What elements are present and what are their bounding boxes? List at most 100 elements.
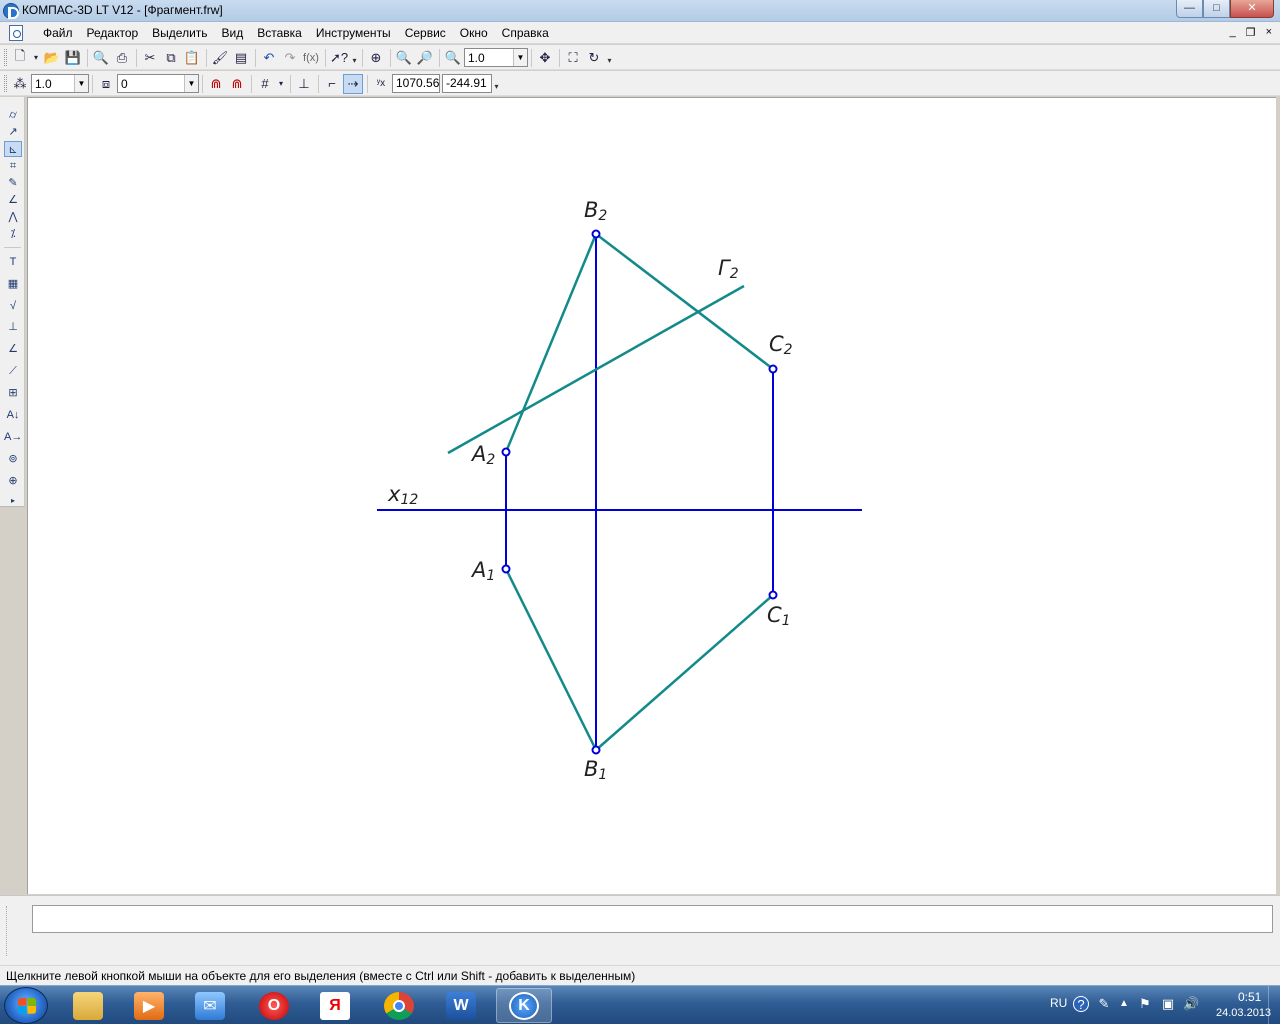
roughness-icon[interactable]: √ bbox=[4, 298, 22, 314]
snap-magnet-icon[interactable]: ⋒ bbox=[206, 74, 226, 94]
point-B2[interactable] bbox=[591, 229, 601, 239]
start-button[interactable] bbox=[4, 987, 48, 1024]
label-B1[interactable]: B1 bbox=[584, 757, 607, 783]
leader-icon[interactable]: ∠ bbox=[4, 341, 22, 357]
pan-icon[interactable]: ✥ bbox=[535, 48, 555, 68]
parametrization-icon[interactable]: ✎ bbox=[4, 175, 22, 191]
label-A1[interactable]: A1 bbox=[472, 558, 495, 584]
label-G2[interactable]: Г2 bbox=[718, 256, 739, 282]
chevron-down-icon[interactable]: ▼ bbox=[74, 75, 88, 92]
base-designation-icon[interactable]: ⊥ bbox=[4, 319, 22, 335]
zoom-out-icon[interactable]: 🔎 bbox=[415, 48, 435, 68]
layers-icon[interactable]: ⧈ bbox=[96, 74, 116, 94]
segment-A1-B1[interactable] bbox=[504, 568, 598, 751]
text-icon[interactable]: T bbox=[4, 254, 22, 270]
menu-editor[interactable]: Редактор bbox=[80, 26, 146, 40]
taskbar-mail[interactable]: ✉ bbox=[182, 988, 238, 1023]
spec-icon[interactable]: ⁒ bbox=[4, 226, 22, 242]
cursor-step-icon[interactable]: ⁂ bbox=[10, 74, 30, 94]
label-A2[interactable]: A2 bbox=[472, 442, 495, 468]
show-hidden-icons-icon[interactable]: ▲ bbox=[1116, 996, 1132, 1012]
menu-service[interactable]: Сервис bbox=[398, 26, 453, 40]
grid-icon[interactable]: # bbox=[255, 74, 275, 94]
table-icon[interactable]: ▦ bbox=[4, 276, 22, 292]
point-B1[interactable] bbox=[591, 745, 601, 755]
taskbar-opera[interactable]: O bbox=[246, 988, 302, 1023]
coordinate-y-field[interactable]: -244.91 bbox=[442, 74, 492, 93]
point-C2[interactable] bbox=[768, 364, 778, 374]
command-field[interactable] bbox=[32, 905, 1273, 933]
show-all-icon[interactable]: ⛶ bbox=[563, 48, 583, 68]
point-A2[interactable] bbox=[501, 447, 511, 457]
label-C1[interactable]: C1 bbox=[767, 603, 791, 629]
designations-icon[interactable]: ⊾ bbox=[4, 141, 22, 157]
chevron-down-icon[interactable]: ▼ bbox=[513, 49, 527, 66]
variables-icon[interactable]: f(x) bbox=[301, 48, 321, 68]
view-arrow-icon[interactable]: A↓ bbox=[4, 407, 22, 423]
help-icon[interactable]: ? bbox=[1073, 996, 1089, 1012]
menu-file[interactable]: Файл bbox=[36, 26, 80, 40]
menu-help[interactable]: Справка bbox=[495, 26, 556, 40]
dimensions-icon[interactable]: ↗ bbox=[4, 124, 22, 140]
coordinates-icon[interactable]: ʸx bbox=[371, 74, 391, 94]
ortho-mode-icon[interactable]: ⌐ bbox=[322, 74, 342, 94]
segment-A2-B2[interactable] bbox=[504, 233, 598, 453]
toolbar-overflow-icon[interactable]: ▾ bbox=[492, 73, 501, 94]
drawing-svg[interactable] bbox=[28, 98, 1277, 895]
refresh-icon[interactable]: ↻ bbox=[584, 48, 604, 68]
new-document-icon[interactable]: 🗋 bbox=[10, 48, 30, 68]
zoom-in-icon[interactable]: 🔍 bbox=[394, 48, 414, 68]
taskbar-word[interactable]: W bbox=[433, 988, 489, 1023]
taskbar-kompas[interactable]: K bbox=[496, 988, 552, 1023]
point-A1[interactable] bbox=[501, 564, 511, 574]
parametric-mode-icon[interactable]: ⇢ bbox=[343, 73, 363, 94]
close-button[interactable]: ✕ bbox=[1230, 0, 1274, 18]
point-C1[interactable] bbox=[768, 590, 778, 600]
panel-grip[interactable] bbox=[6, 906, 28, 956]
minimize-button[interactable]: — bbox=[1176, 0, 1203, 18]
format-brush-icon[interactable]: 🖌 bbox=[210, 48, 230, 68]
new-dropdown-icon[interactable]: ▾ bbox=[31, 48, 41, 68]
doc-minimize-button[interactable]: _ bbox=[1230, 26, 1236, 39]
save-icon[interactable]: 💾 bbox=[63, 48, 83, 68]
coordinate-x-field[interactable]: 1070.56 bbox=[392, 74, 440, 93]
menu-window[interactable]: Окно bbox=[453, 26, 495, 40]
cut-icon[interactable]: ✂ bbox=[140, 48, 160, 68]
toolbar-grip[interactable] bbox=[4, 75, 7, 92]
zoom-scale-icon[interactable]: 🔍 bbox=[443, 48, 463, 68]
node-designation-icon[interactable]: ⊚ bbox=[4, 451, 22, 467]
taskbar-explorer[interactable] bbox=[60, 988, 116, 1023]
grid-dropdown-icon[interactable]: ▾ bbox=[276, 74, 286, 94]
panel-expand-icon[interactable]: ▸ bbox=[4, 493, 22, 509]
menu-view[interactable]: Вид bbox=[215, 26, 251, 40]
action-center-flag-icon[interactable]: ⚑ bbox=[1137, 996, 1153, 1012]
form-tolerance-icon[interactable]: ⊞ bbox=[4, 385, 22, 401]
copy-icon[interactable]: ⧉ bbox=[161, 48, 181, 68]
label-B2[interactable]: B2 bbox=[584, 198, 607, 224]
show-desktop-button[interactable] bbox=[1268, 986, 1280, 1024]
chevron-down-icon[interactable]: ▼ bbox=[184, 75, 198, 92]
geometry-icon[interactable]: ⌭ bbox=[4, 107, 22, 123]
pen-input-icon[interactable]: ✎ bbox=[1096, 996, 1112, 1012]
taskbar-chrome[interactable] bbox=[371, 988, 427, 1023]
selection-icon[interactable]: ⋀ bbox=[4, 209, 22, 225]
clock-time[interactable]: 0:51 bbox=[1238, 990, 1261, 1004]
doc-restore-button[interactable]: ❐ bbox=[1246, 26, 1256, 39]
toolbar-overflow-icon[interactable]: ▾ bbox=[350, 47, 359, 68]
paste-icon[interactable]: 📋 bbox=[182, 48, 202, 68]
taskbar-media-player[interactable]: ▶ bbox=[121, 988, 177, 1023]
cursor-step-select[interactable]: 1.0 ▼ bbox=[31, 74, 89, 93]
open-folder-icon[interactable]: 📂 bbox=[42, 48, 62, 68]
toolbar-overflow-icon[interactable]: ▾ bbox=[605, 47, 614, 68]
print-preview-icon[interactable]: 🔍 bbox=[91, 48, 111, 68]
document-icon[interactable] bbox=[9, 25, 23, 41]
drawing-canvas[interactable]: B2 Г2 C2 A2 x12 A1 C1 B1 bbox=[27, 97, 1276, 894]
section-line-icon[interactable]: A→ bbox=[4, 429, 22, 445]
undo-icon[interactable]: ↶ bbox=[259, 48, 279, 68]
local-snap-icon[interactable]: ⋒ bbox=[227, 74, 247, 94]
clock-date[interactable]: 24.03.2013 bbox=[1216, 1007, 1271, 1019]
zoom-window-icon[interactable]: ⊕ bbox=[366, 48, 386, 68]
doc-close-button[interactable]: × bbox=[1266, 26, 1272, 39]
menu-tools[interactable]: Инструменты bbox=[309, 26, 398, 40]
zoom-scale-select[interactable]: 1.0 ▼ bbox=[464, 48, 528, 67]
